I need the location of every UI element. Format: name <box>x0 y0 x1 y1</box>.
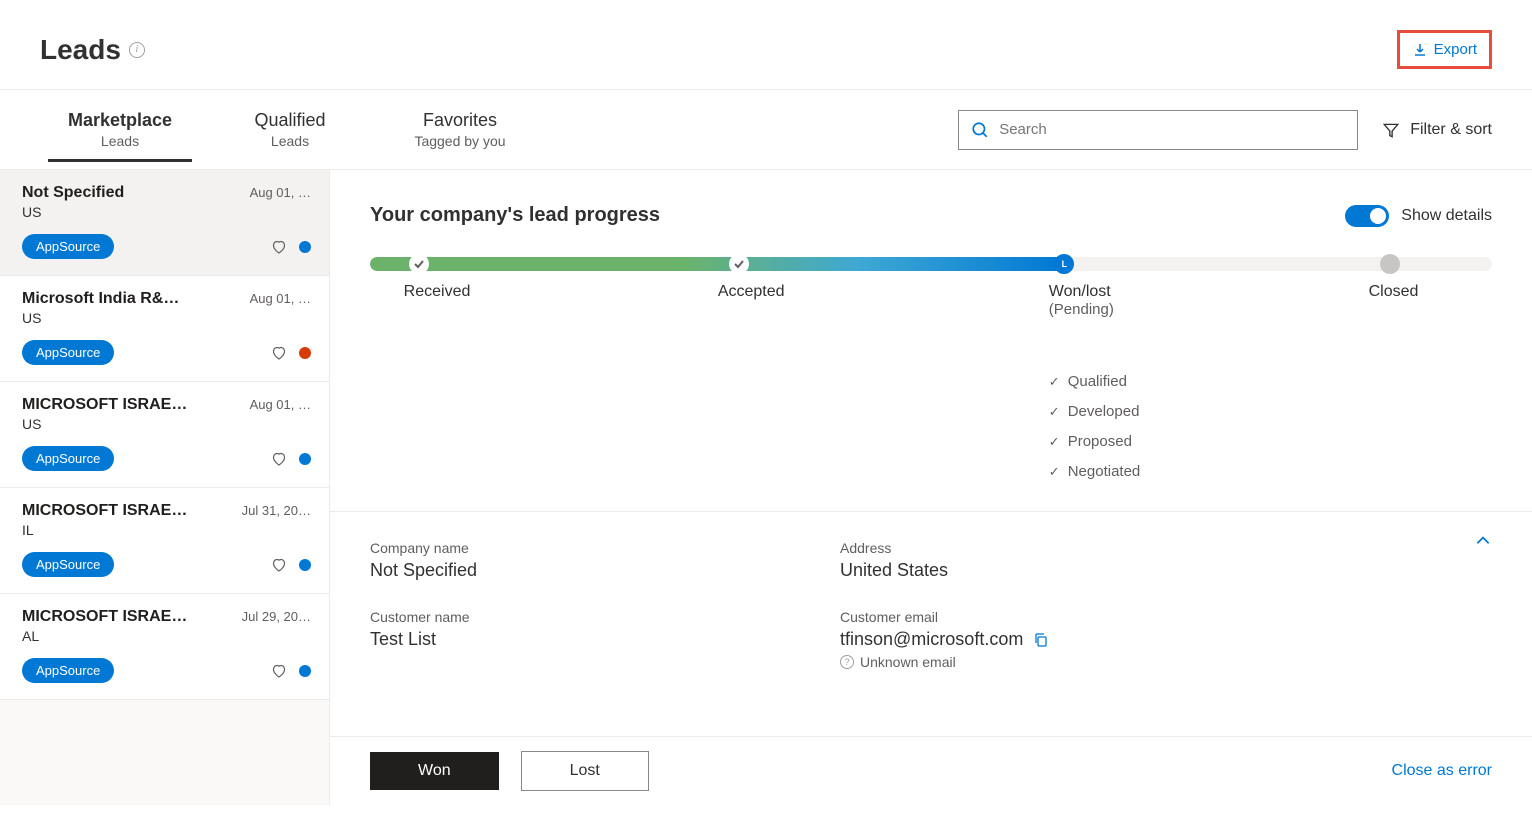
lead-date: Jul 29, 20… <box>242 609 311 624</box>
lead-item[interactable]: MICROSOFT ISRAE… Aug 01, … US AppSource <box>0 382 329 488</box>
lead-subtitle: AL <box>22 628 311 644</box>
question-icon: ? <box>840 655 854 669</box>
progress-bar: L <box>370 257 1492 273</box>
email-note: Unknown email <box>860 654 956 670</box>
collapse-button[interactable] <box>1474 532 1492 555</box>
customer-name-field: Customer name Test List <box>370 609 800 670</box>
stage-marker-accepted <box>729 254 749 274</box>
lead-title: Microsoft India R&… <box>22 290 179 308</box>
check-item: Negotiated <box>1049 457 1492 487</box>
lead-subtitle: US <box>22 204 311 220</box>
lost-button[interactable]: Lost <box>521 751 649 791</box>
leads-list[interactable]: Not Specified Aug 01, … US AppSource Mic… <box>0 170 330 805</box>
stage-pending: (Pending) <box>1049 301 1114 318</box>
checklist: Qualified Developed Proposed Negotiated <box>1049 367 1492 487</box>
export-button[interactable]: Export <box>1397 30 1492 69</box>
check-item: Proposed <box>1049 427 1492 457</box>
lead-date: Jul 31, 20… <box>242 503 311 518</box>
close-as-error-link[interactable]: Close as error <box>1392 762 1492 780</box>
download-icon <box>1412 42 1428 58</box>
check-item: Developed <box>1049 397 1492 427</box>
search-input[interactable] <box>999 121 1345 138</box>
heart-icon[interactable] <box>271 239 287 255</box>
toggle-label: Show details <box>1401 207 1492 225</box>
lead-item[interactable]: MICROSOFT ISRAE… Jul 31, 20… IL AppSourc… <box>0 488 329 594</box>
tab-favorites[interactable]: Favorites Tagged by you <box>400 98 520 161</box>
lead-date: Aug 01, … <box>250 291 311 306</box>
show-details-toggle[interactable] <box>1345 205 1389 227</box>
lead-subtitle: US <box>22 416 311 432</box>
status-dot <box>299 347 311 359</box>
won-button[interactable]: Won <box>370 752 499 790</box>
source-badge: AppSource <box>22 446 114 471</box>
page-header: Leads i Export <box>0 0 1532 89</box>
source-badge: AppSource <box>22 234 114 259</box>
source-badge: AppSource <box>22 340 114 365</box>
progress-section: Your company's lead progress Show detail… <box>330 170 1532 512</box>
lead-title: MICROSOFT ISRAE… <box>22 396 187 414</box>
progress-title: Your company's lead progress <box>370 204 660 227</box>
search-box[interactable] <box>958 110 1358 150</box>
page-title: Leads i <box>40 34 145 66</box>
search-icon <box>971 121 989 139</box>
company-name-field: Company name Not Specified <box>370 540 800 581</box>
source-badge: AppSource <box>22 552 114 577</box>
heart-icon[interactable] <box>271 451 287 467</box>
customer-email-field: Customer email tfinson@microsoft.com ? U… <box>840 609 1270 670</box>
actions-bar: Won Lost Close as error <box>330 736 1532 805</box>
stage-label: Won/lost <box>1049 283 1114 301</box>
lead-item[interactable]: Not Specified Aug 01, … US AppSource <box>0 170 329 276</box>
status-dot <box>299 453 311 465</box>
stage-label: Closed <box>1369 283 1419 301</box>
heart-icon[interactable] <box>271 557 287 573</box>
lead-title: MICROSOFT ISRAE… <box>22 608 187 626</box>
stage-marker-received <box>409 254 429 274</box>
stage-marker-wonlost: L <box>1054 254 1074 274</box>
copy-icon[interactable] <box>1033 632 1049 648</box>
tabs: Marketplace Leads Qualified Leads Favori… <box>60 98 520 161</box>
stage-label: Accepted <box>718 283 785 301</box>
heart-icon[interactable] <box>271 345 287 361</box>
details-section: Company name Not Specified Address Unite… <box>330 512 1532 736</box>
lead-subtitle: US <box>22 310 311 326</box>
main-panel: Your company's lead progress Show detail… <box>330 170 1532 805</box>
lead-date: Aug 01, … <box>250 185 311 200</box>
lead-subtitle: IL <box>22 522 311 538</box>
source-badge: AppSource <box>22 658 114 683</box>
heart-icon[interactable] <box>271 663 287 679</box>
stage-marker-closed <box>1380 254 1400 274</box>
lead-date: Aug 01, … <box>250 397 311 412</box>
address-field: Address United States <box>840 540 1270 581</box>
lead-title: MICROSOFT ISRAE… <box>22 502 187 520</box>
status-dot <box>299 559 311 571</box>
tab-qualified[interactable]: Qualified Leads <box>230 98 350 161</box>
info-icon[interactable]: i <box>129 42 145 58</box>
filter-sort-button[interactable]: Filter & sort <box>1382 121 1492 139</box>
lead-title: Not Specified <box>22 184 124 202</box>
lead-item[interactable]: MICROSOFT ISRAE… Jul 29, 20… AL AppSourc… <box>0 594 329 700</box>
check-item: Qualified <box>1049 367 1492 397</box>
stage-label: Received <box>404 283 471 301</box>
filter-icon <box>1382 121 1400 139</box>
content-area: Not Specified Aug 01, … US AppSource Mic… <box>0 170 1532 805</box>
status-dot <box>299 665 311 677</box>
status-dot <box>299 241 311 253</box>
toolbar: Marketplace Leads Qualified Leads Favori… <box>0 90 1532 170</box>
tab-marketplace[interactable]: Marketplace Leads <box>60 98 180 161</box>
lead-item[interactable]: Microsoft India R&… Aug 01, … US AppSour… <box>0 276 329 382</box>
